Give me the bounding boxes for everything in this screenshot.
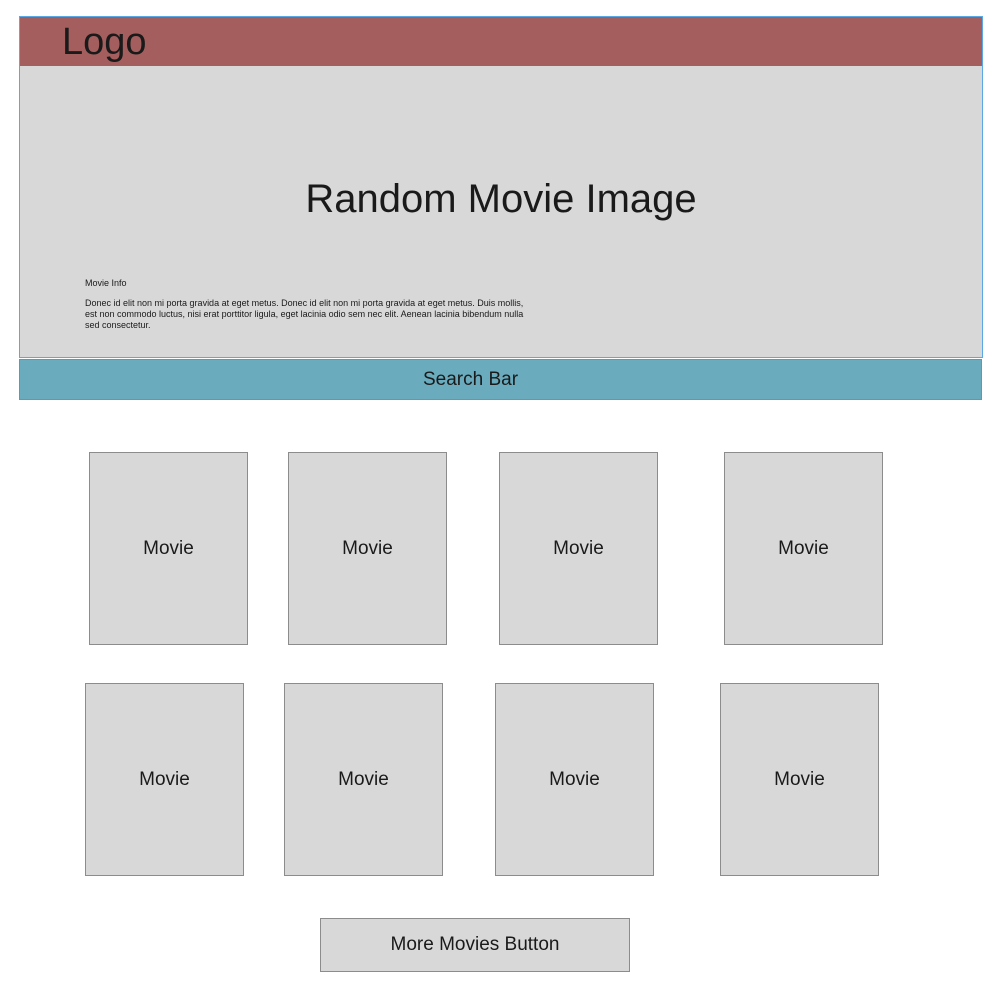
movie-card-label: Movie: [143, 537, 194, 559]
movie-card-label: Movie: [342, 537, 393, 559]
hero-banner: Logo Random Movie Image Movie Info Donec…: [19, 16, 983, 358]
movie-card[interactable]: Movie: [89, 452, 248, 645]
movie-card-label: Movie: [553, 537, 604, 559]
movie-card-label: Movie: [139, 768, 190, 790]
movie-card-label: Movie: [778, 537, 829, 559]
movie-card-label: Movie: [774, 768, 825, 790]
movie-card[interactable]: Movie: [720, 683, 879, 876]
header-bar: Logo: [20, 17, 982, 66]
movie-card-label: Movie: [549, 768, 600, 790]
movie-card[interactable]: Movie: [499, 452, 658, 645]
logo[interactable]: Logo: [62, 19, 147, 65]
movie-card[interactable]: Movie: [288, 452, 447, 645]
movie-card[interactable]: Movie: [85, 683, 244, 876]
movie-info-label: Movie Info: [85, 278, 127, 288]
hero-title: Random Movie Image: [305, 177, 697, 221]
movie-card-label: Movie: [338, 768, 389, 790]
search-bar[interactable]: Search Bar: [19, 359, 982, 400]
movie-info-text: Donec id elit non mi porta gravida at eg…: [85, 298, 524, 330]
movie-card[interactable]: Movie: [724, 452, 883, 645]
search-bar-label: Search Bar: [422, 368, 519, 390]
movie-card[interactable]: Movie: [284, 683, 443, 876]
movie-card[interactable]: Movie: [495, 683, 654, 876]
more-movies-button[interactable]: More Movies Button: [320, 918, 630, 972]
more-movies-button-label: More Movies Button: [390, 934, 560, 955]
